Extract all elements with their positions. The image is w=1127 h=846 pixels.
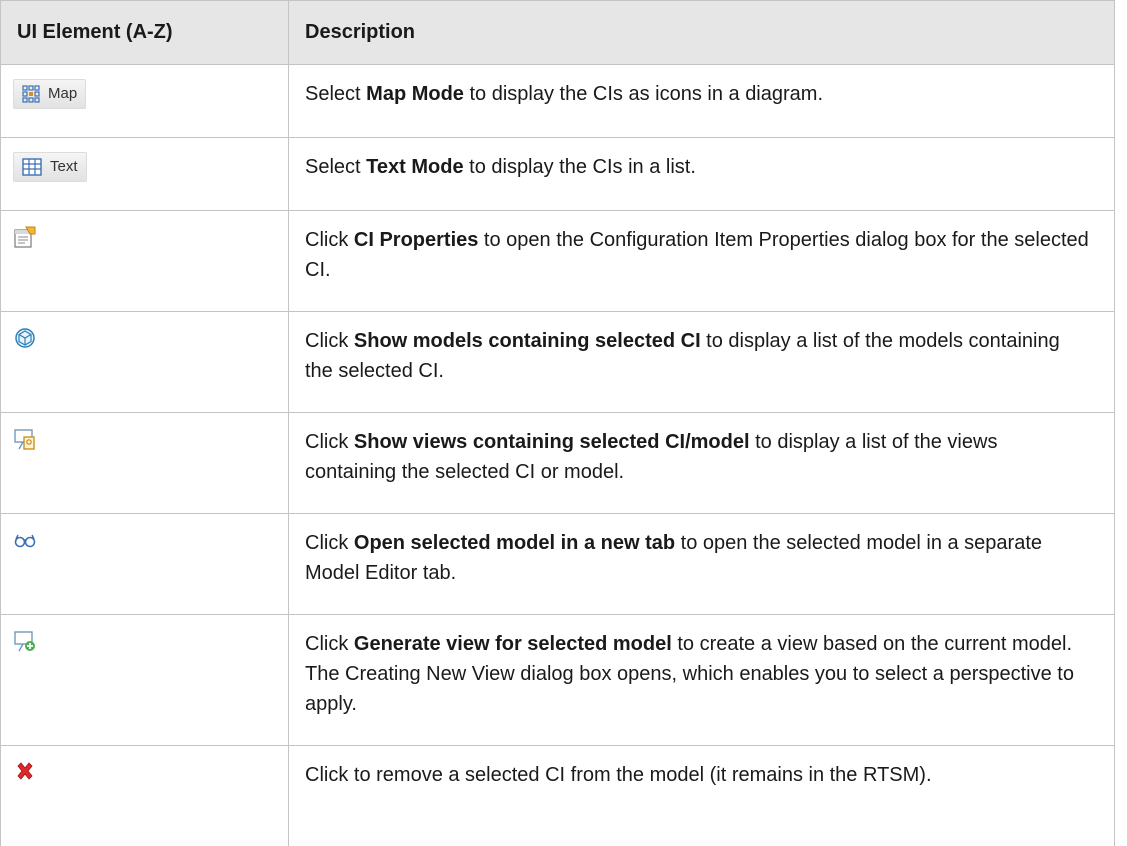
table-header-row: UI Element (A-Z) Description [1,1,1115,65]
description-text: Select [305,156,366,178]
header-ui-element: UI Element (A-Z) [1,1,289,65]
header-description: Description [289,1,1115,65]
description-term: Map Mode [366,83,464,105]
description-cell: Click Show views containing selected CI/… [289,413,1115,514]
table-row: Click Generate view for selected model t… [1,615,1115,746]
text-mode-icon [22,158,42,176]
map-mode-icon [22,85,40,103]
map-mode-label: Map [48,79,77,109]
description-cell: Select Map Mode to display the CIs as ic… [289,65,1115,138]
element-cell [1,615,289,746]
description-cell: Click CI Properties to open the Configur… [289,211,1115,312]
table-row: Click CI Properties to open the Configur… [1,211,1115,312]
show-views-icon[interactable] [13,427,37,451]
show-models-icon[interactable] [13,326,37,350]
description-text: Click [305,532,354,554]
description-text: to display the CIs in a list. [464,156,696,178]
description-cell: Click Open selected model in a new tab t… [289,514,1115,615]
description-text: Click [305,229,354,251]
ci-properties-icon[interactable] [13,225,37,249]
element-cell [1,312,289,413]
description-cell: Click to remove a selected CI from the m… [289,746,1115,846]
open-model-new-tab-icon[interactable] [13,528,37,552]
description-text: Click [305,330,354,352]
element-cell [1,746,289,846]
element-cell: Text [1,138,289,211]
text-mode-label: Text [50,152,78,182]
description-text: Click [305,633,354,655]
table-row: Click Show views containing selected CI/… [1,413,1115,514]
description-text: Select [305,83,366,105]
description-cell: Click Generate view for selected model t… [289,615,1115,746]
description-term: Text Mode [366,156,463,178]
element-cell: Map [1,65,289,138]
description-text: to display the CIs as icons in a diagram… [464,83,823,105]
table-row: Click Open selected model in a new tab t… [1,514,1115,615]
table-row: Click to remove a selected CI from the m… [1,746,1115,846]
table-row: Click Show models containing selected CI… [1,312,1115,413]
description-term: CI Properties [354,229,478,251]
remove-ci-icon[interactable] [13,760,37,784]
generate-view-icon[interactable] [13,629,37,653]
map-mode-button[interactable]: Map [13,79,86,109]
description-text: Click to remove a selected CI from the m… [305,764,932,786]
description-term: Show views containing selected CI/model [354,431,750,453]
table-row: Text Select Text Mode to display the CIs… [1,138,1115,211]
description-cell: Select Text Mode to display the CIs in a… [289,138,1115,211]
element-cell [1,514,289,615]
description-term: Show models containing selected CI [354,330,701,352]
table-row: Map Select Map Mode to display the CIs a… [1,65,1115,138]
description-term: Open selected model in a new tab [354,532,675,554]
text-mode-button[interactable]: Text [13,152,87,182]
element-cell [1,413,289,514]
description-term: Generate view for selected model [354,633,672,655]
description-cell: Click Show models containing selected CI… [289,312,1115,413]
element-cell [1,211,289,312]
ui-elements-table: UI Element (A-Z) Description [0,0,1115,846]
description-text: Click [305,431,354,453]
